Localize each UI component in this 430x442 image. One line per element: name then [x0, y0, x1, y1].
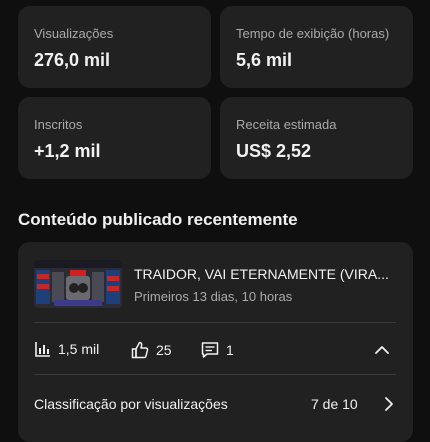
stat-label: Inscritos [34, 117, 83, 132]
stat-label: Receita estimada [236, 117, 337, 132]
stat-card-views[interactable]: Visualizações 276,0 mil [18, 6, 211, 88]
stat-value: +1,2 mil [34, 141, 101, 161]
stat-card-watch-time[interactable]: Tempo de exibição (horas) 5,6 mil [220, 6, 413, 88]
bar-chart-icon [35, 342, 50, 357]
comment-icon [201, 342, 219, 358]
chevron-right-icon[interactable] [380, 395, 398, 413]
likes-count: 25 [156, 342, 172, 358]
recent-content-card: TRAIDOR, VAI ETERNAMENTE (VIRA... Primei… [18, 242, 413, 442]
stat-card-revenue[interactable]: Receita estimada US$ 2,52 [220, 97, 413, 179]
stat-value: US$ 2,52 [236, 141, 312, 161]
comments-metric: 1 [200, 340, 234, 360]
ranking-label[interactable]: Classificação por visualizações [34, 396, 228, 412]
stat-label: Visualizações [34, 26, 114, 41]
ranking-value: 7 de 10 [311, 396, 358, 412]
likes-metric: 25 [130, 340, 172, 360]
thumbs-up-icon [131, 341, 149, 359]
stat-card-subscribers[interactable]: Inscritos +1,2 mil [18, 97, 211, 179]
divider [34, 322, 396, 323]
divider [34, 374, 396, 375]
views-metric: 1,5 mil [34, 340, 99, 358]
video-title[interactable]: TRAIDOR, VAI ETERNAMENTE (VIRA... [134, 266, 400, 282]
video-thumbnail[interactable] [34, 260, 122, 308]
video-subtitle: Primeiros 13 dias, 10 horas [134, 289, 293, 304]
chevron-up-icon[interactable] [372, 340, 392, 360]
stat-value: 276,0 mil [34, 50, 111, 70]
thumbnail-image [34, 260, 122, 308]
stat-value: 5,6 mil [236, 50, 293, 70]
stat-label: Tempo de exibição (horas) [236, 26, 390, 41]
views-count: 1,5 mil [58, 341, 100, 357]
comments-count: 1 [226, 342, 234, 358]
section-title: Conteúdo publicado recentemente [18, 210, 298, 229]
